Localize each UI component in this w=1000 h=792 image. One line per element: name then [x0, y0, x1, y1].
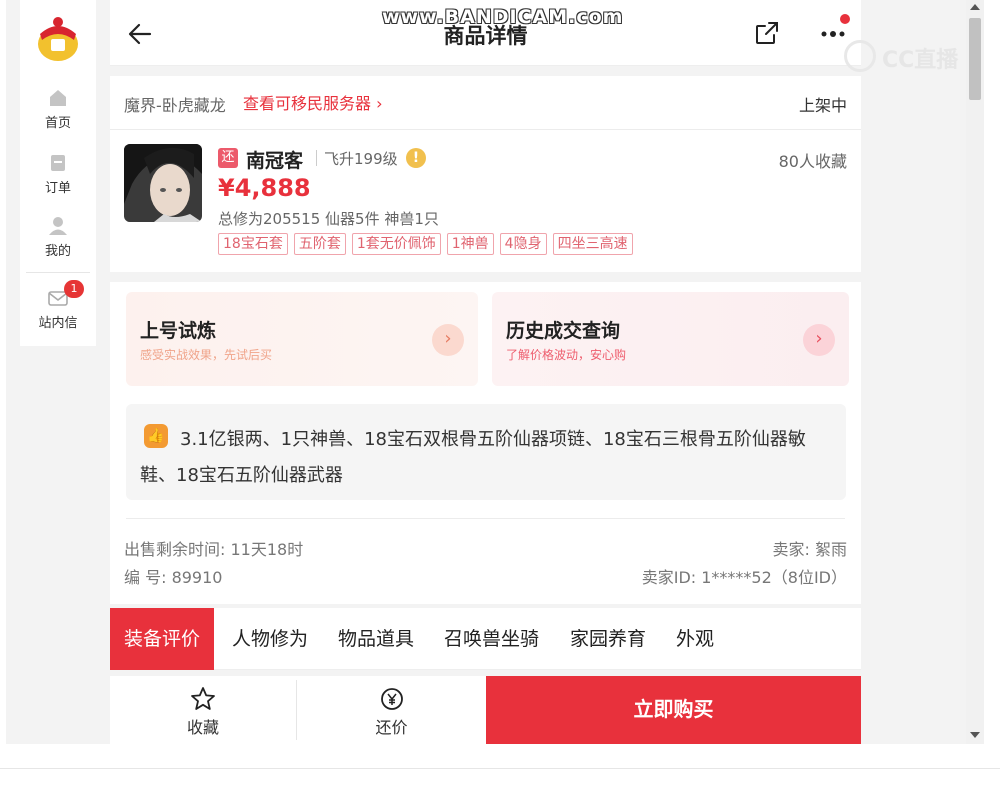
scroll-up-icon[interactable] — [970, 4, 980, 10]
item-stats: 总修为205515 仙器5件 神兽1只 — [218, 210, 439, 228]
favorite-count: 80人收藏 — [778, 152, 847, 171]
item-tag: 4隐身 — [499, 233, 547, 255]
share-icon[interactable] — [754, 20, 780, 46]
app-logo-icon[interactable] — [34, 14, 82, 64]
cc-ring-icon — [844, 40, 876, 72]
sidebar-item-messages[interactable]: 1 站内信 — [20, 280, 96, 344]
summary-section: 👍 3.1亿银两、1只神兽、18宝石双根骨五阶仙器项链、18宝石三根骨五阶仙器敏… — [110, 398, 861, 516]
item-tag: 1神兽 — [446, 233, 494, 255]
listing-meta: 出售剩余时间: 11天18时 编 号: 89910 卖家: 絮雨 卖家ID: 1… — [110, 516, 861, 604]
cc-logo-text: CC直播 — [882, 48, 959, 73]
scrollbar-thumb[interactable] — [969, 18, 981, 100]
sidebar-item-home[interactable]: 首页 — [20, 88, 96, 144]
yen-coin-icon — [380, 688, 403, 710]
return-tag: 还 — [218, 148, 238, 168]
tab-pets-mounts[interactable]: 召唤兽坐骑 — [444, 608, 539, 670]
vertical-scrollbar[interactable] — [966, 0, 984, 744]
sidebar-item-label: 订单 — [44, 181, 71, 196]
bargain-label: 还价 — [375, 718, 408, 737]
item-tags: 18宝石套 五阶套 1套无价佩饰 1神兽 4隐身 四坐三高速 — [218, 233, 633, 255]
promo-subtitle: 了解价格波动，安心购 — [506, 348, 627, 362]
bottom-action-bar: 收藏 还价 立即购买 — [110, 676, 861, 744]
warning-icon[interactable]: ! — [406, 148, 426, 168]
favorite-label: 收藏 — [186, 718, 219, 737]
cc-live-logo: CC直播 — [844, 38, 966, 74]
notification-dot — [840, 14, 850, 24]
seller-name: 卖家: 絮雨 — [772, 540, 847, 559]
trial-play-card[interactable]: 上号试炼 感受实战效果，先试后买 › — [126, 292, 478, 386]
star-icon — [191, 687, 215, 710]
unread-badge: 1 — [64, 280, 84, 298]
item-tag: 1套无价佩饰 — [351, 233, 441, 255]
window-bottom-border — [0, 768, 1000, 769]
order-icon — [51, 155, 65, 171]
chevron-right-icon: › — [432, 324, 464, 356]
tab-items[interactable]: 物品道具 — [338, 608, 414, 670]
time-left: 出售剩余时间: 11天18时 — [124, 540, 304, 559]
item-price: ¥4,888 — [218, 174, 311, 202]
tab-appearance[interactable]: 外观 — [676, 608, 714, 670]
name-separator — [316, 150, 317, 166]
price-history-card[interactable]: 历史成交查询 了解价格波动，安心购 › — [492, 292, 849, 386]
migrate-servers-link[interactable]: 查看可移民服务器 › — [243, 90, 383, 114]
sidebar-item-label: 站内信 — [38, 316, 78, 331]
server-name: 魔界-卧虎藏龙 — [124, 96, 226, 115]
listing-number: 编 号: 89910 — [124, 568, 223, 587]
favorite-button[interactable]: 收藏 — [110, 676, 296, 744]
scroll-down-icon[interactable] — [970, 732, 980, 738]
main-content: 商品详情 魔界-卧虎藏龙 查看可移民服务器 › 上架中 还 南冠客 飞升199级… — [110, 0, 861, 744]
character-level: 飞升199级 — [324, 150, 398, 168]
recorder-watermark: www.BANDICAM.com — [382, 6, 624, 28]
sidebar-item-orders[interactable]: 订单 — [20, 153, 96, 209]
left-sidebar: 首页 订单 我的 1 站内信 — [20, 0, 96, 346]
listing-status: 上架中 — [798, 96, 847, 115]
sidebar-item-profile[interactable]: 我的 — [20, 216, 96, 272]
character-name: 南冠客 — [246, 150, 304, 172]
item-tag: 五阶套 — [293, 233, 346, 255]
item-info-card: 还 南冠客 飞升199级 ! 80人收藏 ¥4,888 总修为205515 仙器… — [110, 130, 861, 272]
tab-equipment[interactable]: 装备评价 — [110, 608, 215, 670]
highlights-box: 👍 3.1亿银两、1只神兽、18宝石双根骨五阶仙器项链、18宝石三根骨五阶仙器敏… — [126, 404, 846, 500]
server-row: 魔界-卧虎藏龙 查看可移民服务器 › 上架中 — [110, 76, 861, 130]
detail-tabs: 装备评价 人物修为 物品道具 召唤兽坐骑 家园养育 外观 — [110, 608, 861, 670]
sidebar-item-label: 首页 — [44, 116, 71, 131]
promo-subtitle: 感受实战效果，先试后买 — [140, 348, 273, 362]
promo-title: 上号试炼 — [140, 320, 217, 342]
bargain-button[interactable]: 还价 — [297, 676, 486, 744]
item-tag: 四坐三高速 — [552, 233, 633, 255]
tab-home[interactable]: 家园养育 — [570, 608, 646, 670]
seller-id: 卖家ID: 1*****52（8位ID） — [641, 568, 847, 587]
buy-now-button[interactable]: 立即购买 — [486, 676, 861, 744]
item-tag: 18宝石套 — [218, 233, 288, 255]
tab-cultivation[interactable]: 人物修为 — [232, 608, 308, 670]
highlights-text: 3.1亿银两、1只神兽、18宝石双根骨五阶仙器项链、18宝石三根骨五阶仙器敏鞋、… — [140, 429, 806, 486]
character-avatar[interactable] — [124, 144, 202, 222]
promo-title: 历史成交查询 — [506, 320, 621, 342]
sidebar-divider — [26, 272, 90, 273]
home-icon — [50, 90, 66, 106]
user-icon — [49, 217, 67, 235]
page-viewport: 首页 订单 我的 1 站内信 商品详情 魔界-卧虎藏龙 查看可移民服务器 › 上… — [6, 0, 966, 744]
promo-section: 上号试炼 感受实战效果，先试后买 › 历史成交查询 了解价格波动，安心购 › — [110, 282, 861, 398]
chevron-right-icon: › — [803, 324, 835, 356]
meta-divider — [126, 518, 845, 519]
sidebar-item-label: 我的 — [44, 244, 71, 259]
